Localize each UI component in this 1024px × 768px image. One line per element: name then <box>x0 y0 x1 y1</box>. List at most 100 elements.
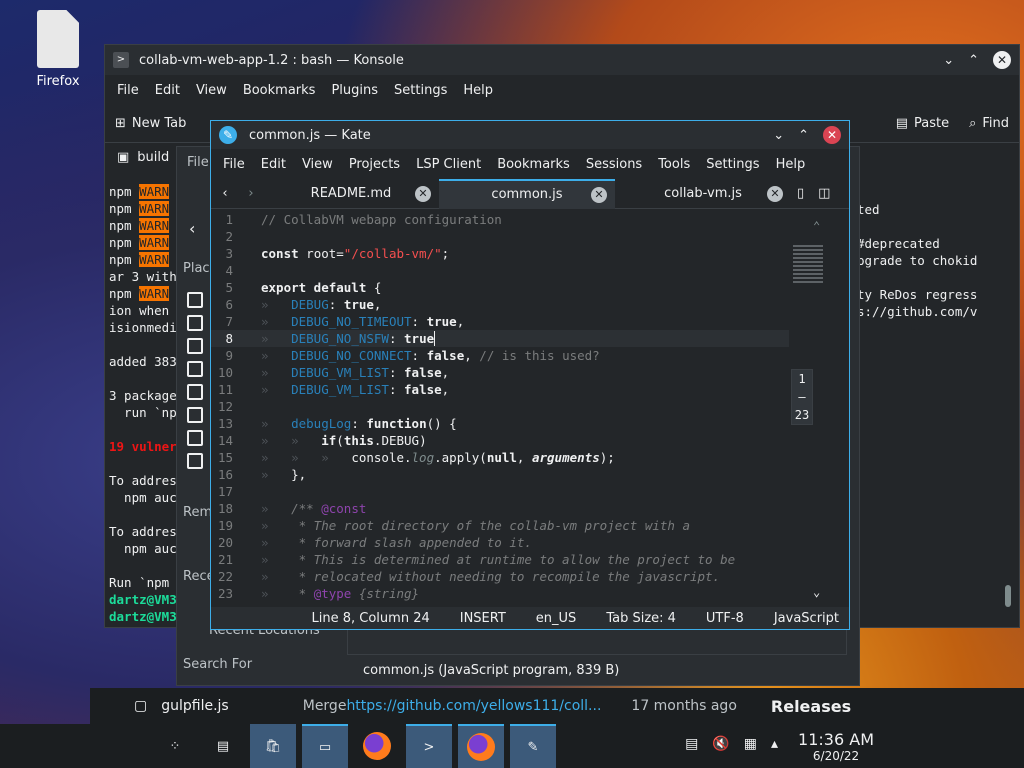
menu-bookmarks[interactable]: Bookmarks <box>489 157 578 172</box>
code-line: 18» /** @const <box>217 501 367 516</box>
code-line: 15» » » console.log.apply(null, argument… <box>217 450 615 465</box>
new-document-icon[interactable]: ▯ <box>797 186 804 201</box>
music-icon[interactable] <box>187 384 203 400</box>
split-view-icon[interactable]: ◫ <box>818 186 830 201</box>
videos-icon[interactable] <box>187 430 203 446</box>
clock-time: 11:36 AM <box>798 730 874 749</box>
desktop-icon[interactable] <box>187 315 203 331</box>
file-icon: ▢ <box>134 698 148 714</box>
close-tab-icon[interactable]: ✕ <box>415 185 431 202</box>
system-settings-icon[interactable]: ▤ <box>200 724 246 768</box>
taskbar: ⁘ ▤ 🛍 ▭ > ✎ ▤ 🔇 ▦ ▴ 11:36 AM 6/20/22 <box>0 724 1024 768</box>
maximize-icon[interactable]: ⌃ <box>968 53 979 68</box>
code-line: 1// CollabVM webapp configuration <box>225 212 502 227</box>
menu-settings[interactable]: Settings <box>698 157 767 172</box>
tab-icon: ▣ <box>117 149 130 165</box>
menu-projects[interactable]: Projects <box>341 157 408 172</box>
kate-menubar: File Edit View Projects LSP Client Bookm… <box>211 149 849 179</box>
code-line: 2 <box>225 229 233 244</box>
menu-bookmarks[interactable]: Bookmarks <box>235 83 324 98</box>
kate-window: ✎ common.js — Kate ⌄ ⌃ ✕ File Edit View … <box>210 120 850 630</box>
tab-size[interactable]: Tab Size: 4 <box>606 611 676 626</box>
back-icon[interactable]: ‹ <box>189 219 195 238</box>
cursor-position[interactable]: Line 8, Column 24 <box>312 611 430 626</box>
kate-titlebar: ✎ common.js — Kate ⌄ ⌃ ✕ <box>211 121 849 149</box>
maximize-icon[interactable]: ⌃ <box>798 128 809 143</box>
terminal-line: pgrade to chokid <box>857 253 978 268</box>
releases-heading[interactable]: Releases <box>771 697 851 716</box>
tab-common-js[interactable]: common.js ✕ <box>439 178 615 209</box>
menu-lsp-client[interactable]: LSP Client <box>408 157 489 172</box>
minimize-icon[interactable]: ⌄ <box>773 128 784 143</box>
documents-icon[interactable] <box>187 338 203 354</box>
trash-icon[interactable] <box>187 453 203 469</box>
close-tab-icon[interactable]: ✕ <box>591 186 607 203</box>
new-tab-label: New Tab <box>131 116 187 131</box>
network-icon[interactable]: ▦ <box>744 736 757 752</box>
firefox-icon[interactable] <box>354 724 400 768</box>
new-tab-button[interactable]: ⊞ New Tab <box>115 116 186 131</box>
firefox-task-icon[interactable] <box>458 724 504 768</box>
close-tab-icon[interactable]: ✕ <box>767 185 783 202</box>
dictionary-language[interactable]: en_US <box>536 611 577 626</box>
minimize-icon[interactable]: ⌄ <box>943 53 954 68</box>
tab-build[interactable]: ▣ build <box>111 150 175 165</box>
menu-help[interactable]: Help <box>768 157 814 172</box>
desktop-icon-firefox[interactable]: Firefox <box>28 10 88 89</box>
menu-tools[interactable]: Tools <box>650 157 698 172</box>
code-editor[interactable]: 1// CollabVM webapp configuration 2 3 con… <box>211 211 849 605</box>
scroll-down-icon[interactable]: ⌄ <box>813 585 820 599</box>
scroll-up-icon[interactable]: ⌃ <box>813 219 820 233</box>
menu-settings[interactable]: Settings <box>386 83 455 98</box>
code-line: 16» }, <box>217 467 307 482</box>
volume-muted-icon[interactable]: 🔇 <box>712 736 729 752</box>
close-icon[interactable]: ✕ <box>993 51 1011 69</box>
downloads-icon[interactable] <box>187 361 203 377</box>
close-icon[interactable]: ✕ <box>823 126 841 144</box>
kate-title: common.js — Kate <box>249 127 371 143</box>
code-line: 11» DEBUG_VM_LIST: false, <box>217 382 450 397</box>
paste-button[interactable]: ▤ Paste <box>896 116 949 131</box>
menu-help[interactable]: Help <box>455 83 501 98</box>
syntax-mode[interactable]: JavaScript <box>774 611 839 626</box>
remote-label: Rem <box>183 505 213 520</box>
tab-scroll-left-icon[interactable]: ‹ <box>211 186 239 201</box>
find-button[interactable]: ⌕ Find <box>969 116 1009 131</box>
search-for-label[interactable]: Search For <box>183 657 252 672</box>
code-line: 20» * forward slash appended to it. <box>217 535 532 550</box>
file-name[interactable]: gulpfile.js <box>161 698 229 714</box>
menu-plugins[interactable]: Plugins <box>323 83 386 98</box>
kate-statusbar: Line 8, Column 24 INSERT en_US Tab Size:… <box>211 607 849 629</box>
tray-expand-icon[interactable]: ▴ <box>771 736 778 752</box>
menu-file[interactable]: File <box>109 83 147 98</box>
terminal-line: ty ReDos regress <box>857 287 978 302</box>
pictures-icon[interactable] <box>187 407 203 423</box>
digital-clock[interactable]: 11:36 AM 6/20/22 <box>798 730 874 763</box>
input-mode[interactable]: INSERT <box>460 611 506 626</box>
app-launcher-icon[interactable]: ⁘ <box>152 724 198 768</box>
tab-scroll-right-icon[interactable]: › <box>239 186 263 201</box>
konsole-titlebar: > collab-vm-web-app-1.2 : bash — Konsole… <box>105 45 1019 75</box>
dolphin-file-manager-icon[interactable]: ▭ <box>302 724 348 768</box>
code-line: 21» * This is determined at runtime to a… <box>217 552 736 567</box>
tab-collab-vm-js[interactable]: collab-vm.js ✕ <box>615 179 791 209</box>
konsole-task-icon[interactable]: > <box>406 724 452 768</box>
menu-file[interactable]: File <box>215 157 253 172</box>
discover-store-icon[interactable]: 🛍 <box>250 724 296 768</box>
terminal-scrollbar[interactable] <box>1003 185 1013 625</box>
minimap-preview <box>793 245 823 283</box>
menu-view[interactable]: View <box>188 83 235 98</box>
scrollbar-thumb[interactable] <box>1005 585 1011 607</box>
paste-label: Paste <box>913 116 950 131</box>
menu-view[interactable]: View <box>294 157 341 172</box>
encoding[interactable]: UTF-8 <box>706 611 744 626</box>
menu-edit[interactable]: Edit <box>253 157 294 172</box>
clipboard-tray-icon[interactable]: ▤ <box>685 736 698 752</box>
code-line: 22» * relocated without needing to recom… <box>217 569 721 584</box>
menu-sessions[interactable]: Sessions <box>578 157 650 172</box>
tab-readme[interactable]: README.md ✕ <box>263 179 439 209</box>
kate-task-icon[interactable]: ✎ <box>510 724 556 768</box>
commit-link[interactable]: https://github.com/yellows111/coll... <box>346 698 601 714</box>
home-icon[interactable] <box>187 292 203 308</box>
menu-edit[interactable]: Edit <box>147 83 188 98</box>
